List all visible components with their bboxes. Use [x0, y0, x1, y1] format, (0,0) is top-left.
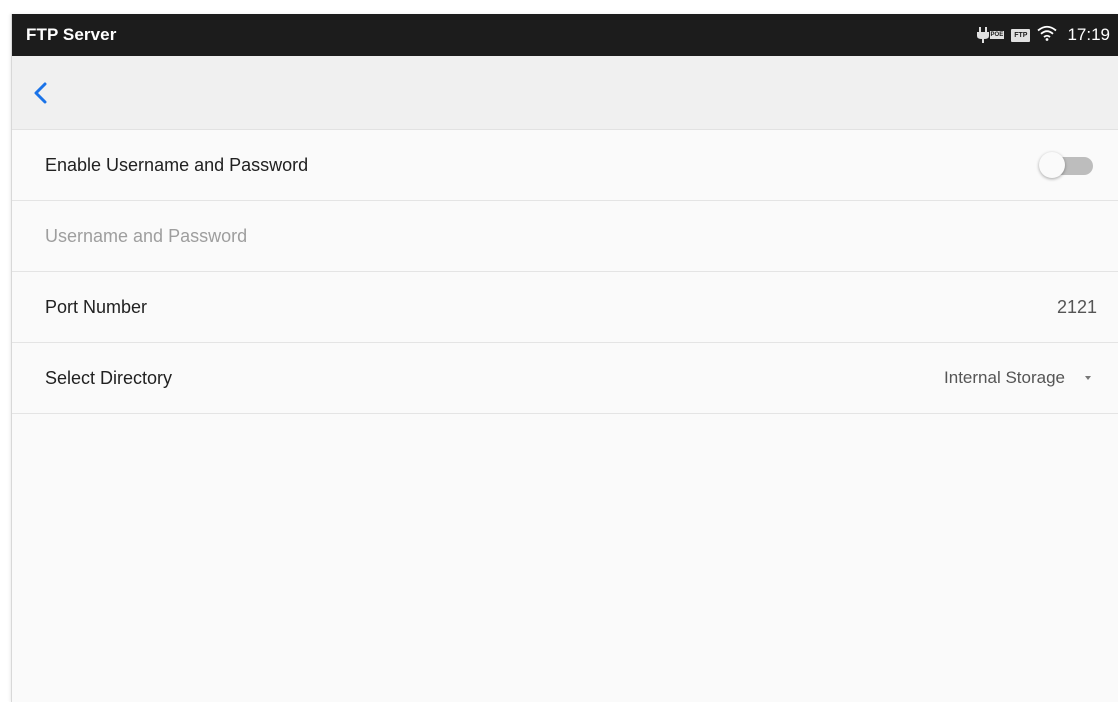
caret-down-icon — [1085, 376, 1091, 380]
status-bar: FTP Server POE FTP 17:19 — [12, 14, 1118, 56]
back-button[interactable] — [33, 78, 55, 108]
wifi-icon — [1037, 25, 1058, 46]
poe-power-icon: POE — [976, 27, 1005, 43]
setting-credentials: Username and Password — [12, 201, 1118, 272]
directory-dropdown-value: Internal Storage — [944, 368, 1065, 387]
port-number-label: Port Number — [45, 296, 148, 317]
port-number-value: 2121 — [1056, 296, 1097, 317]
toolbar — [12, 56, 1118, 130]
app-window: FTP Server POE FTP 17:19 Enable Username… — [11, 14, 1118, 702]
directory-dropdown[interactable]: Internal Storage — [944, 368, 1097, 388]
status-icons: POE FTP 17:19 — [976, 25, 1110, 46]
setting-select-directory: Select Directory Internal Storage — [12, 343, 1118, 414]
app-title: FTP Server — [26, 25, 117, 44]
select-directory-label: Select Directory — [45, 367, 173, 388]
enable-auth-toggle[interactable] — [1039, 150, 1097, 180]
chevron-left-icon — [34, 82, 47, 103]
setting-enable-auth[interactable]: Enable Username and Password — [12, 130, 1118, 201]
ftp-status-icon: FTP — [1011, 28, 1031, 42]
setting-port-number[interactable]: Port Number 2121 — [12, 272, 1118, 343]
toggle-thumb — [1039, 152, 1065, 178]
clock: 17:19 — [1067, 25, 1110, 44]
poe-label: POE — [989, 31, 1005, 39]
credentials-label: Username and Password — [45, 225, 248, 246]
enable-auth-label: Enable Username and Password — [45, 154, 309, 175]
